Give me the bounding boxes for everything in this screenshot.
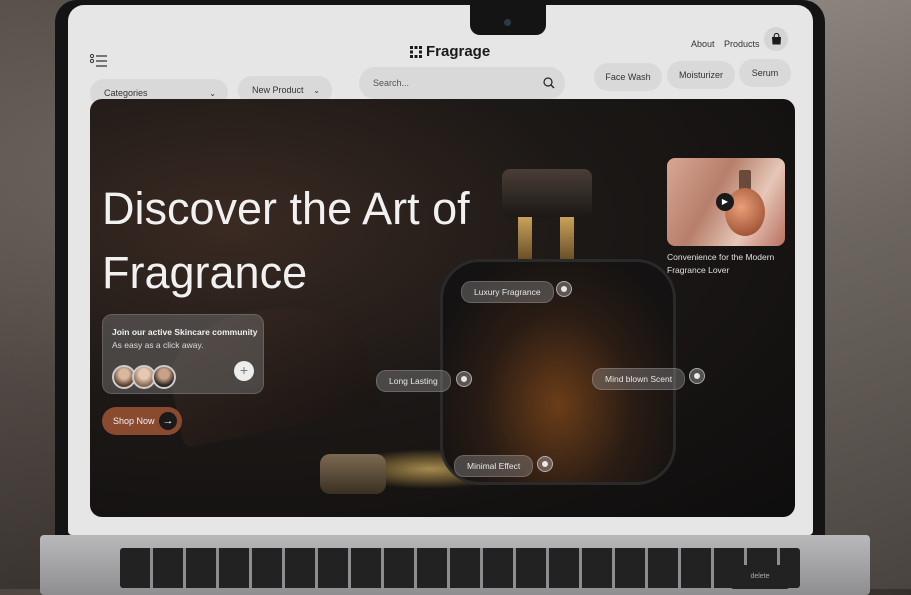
community-title: Join our active Skincare community xyxy=(112,327,258,337)
chip-moisturizer[interactable]: Moisturizer xyxy=(667,61,735,89)
perfume-cap-image xyxy=(739,170,751,190)
cart-button[interactable] xyxy=(764,27,788,51)
shop-now-button[interactable]: Shop Now → xyxy=(102,407,182,435)
video-thumbnail[interactable]: ▶ xyxy=(667,158,785,246)
hotspot-dot-icon[interactable] xyxy=(537,456,553,472)
search-placeholder: Search... xyxy=(373,78,410,88)
tag-long-lasting[interactable]: Long Lasting xyxy=(376,370,451,392)
screen: Fragrage About Products Categories ⌄ New… xyxy=(68,5,813,535)
logo[interactable]: Fragrage xyxy=(410,43,490,60)
chevron-down-icon: ⌄ xyxy=(209,88,216,98)
search-icon[interactable] xyxy=(543,77,555,89)
video-caption: Convenience for the Modern Fragrance Lov… xyxy=(667,252,775,275)
community-card: Join our active Skincare community As ea… xyxy=(102,314,264,394)
tag-minimal-effect[interactable]: Minimal Effect xyxy=(454,455,534,477)
bottle-cap-image xyxy=(320,454,386,494)
play-icon[interactable]: ▶ xyxy=(716,193,734,211)
keyboard xyxy=(120,548,800,588)
perfume-cap-image xyxy=(502,169,592,217)
avatar-group xyxy=(112,365,176,389)
shop-now-label: Shop Now xyxy=(113,416,155,426)
tag-mind-blown-scent[interactable]: Mind blown Scent xyxy=(592,368,686,390)
menu-list-icon[interactable] xyxy=(90,54,108,68)
new-product-label: New Product xyxy=(252,85,304,95)
perfume-neck-image xyxy=(560,217,574,259)
hero-banner: Discover the Art of Fragrance Join our a… xyxy=(90,99,795,517)
arrow-right-icon: → xyxy=(159,412,177,430)
chip-face-wash[interactable]: Face Wash xyxy=(594,63,662,91)
join-plus-button[interactable]: + xyxy=(234,361,254,381)
shopping-bag-icon xyxy=(771,33,781,45)
chevron-down-icon: ⌄ xyxy=(313,85,320,95)
logo-grid-icon xyxy=(410,45,422,58)
hero-headline: Discover the Art of Fragrance xyxy=(102,183,470,298)
community-subtitle: As easy as a click away. xyxy=(112,340,204,350)
logo-text: Fragrage xyxy=(426,43,491,60)
camera-notch xyxy=(470,5,546,35)
search-input[interactable]: Search... xyxy=(359,67,565,99)
tag-luxury-fragrance[interactable]: Luxury Fragrance xyxy=(461,281,554,303)
perfume-neck-image xyxy=(518,217,532,259)
chip-serum[interactable]: Serum xyxy=(739,59,791,87)
hotspot-dot-icon[interactable] xyxy=(456,371,472,387)
camera-icon xyxy=(504,19,511,26)
nav-products-link[interactable]: Products xyxy=(724,39,760,49)
nav-about-link[interactable]: About xyxy=(691,39,715,49)
avatar xyxy=(152,365,176,389)
categories-label: Categories xyxy=(104,88,148,98)
delete-key: delete xyxy=(730,565,790,589)
hotspot-dot-icon[interactable] xyxy=(556,281,572,297)
hotspot-dot-icon[interactable] xyxy=(689,368,705,384)
